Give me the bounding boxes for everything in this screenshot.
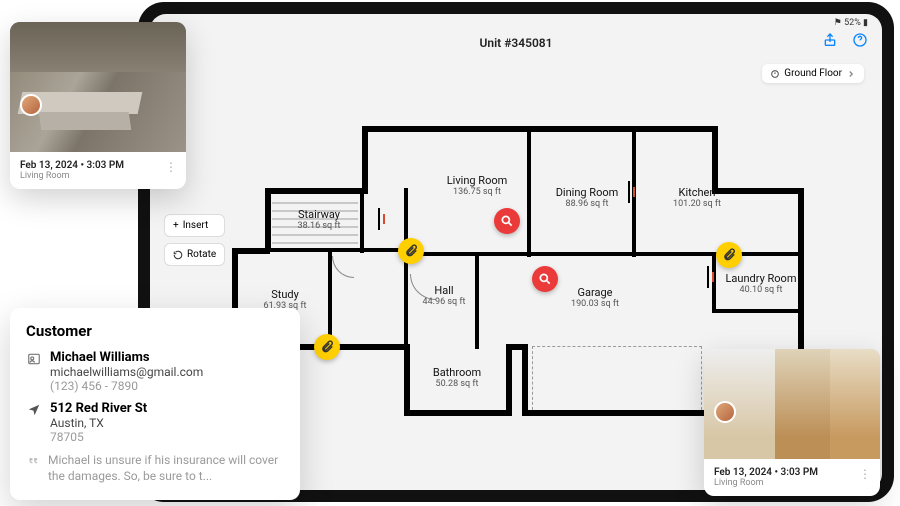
photo-card-360[interactable]: 360 Feb 13, 2024 • 3:03 PM Living Room ⋮ xyxy=(704,349,880,496)
room-garage: Garage190.03 sq ft xyxy=(550,286,640,309)
chevron-right-icon xyxy=(846,69,856,79)
top-bar: Unit #345081 xyxy=(150,30,882,56)
pin-attach-laundry[interactable] xyxy=(716,242,742,268)
help-icon[interactable] xyxy=(850,30,870,50)
door-marker xyxy=(628,181,638,203)
customer-name: Michael Williams xyxy=(50,350,203,365)
photo-date: Feb 13, 2024 • 3:03 PM xyxy=(714,467,870,478)
room-dining: Dining Room88.96 sq ft xyxy=(542,186,632,209)
pin-magnify-living[interactable] xyxy=(494,208,520,234)
customer-note: Michael is unsure if his insurance will … xyxy=(48,452,284,484)
floor-selector[interactable]: Ground Floor xyxy=(762,64,864,83)
insert-button[interactable]: +Insert xyxy=(164,214,225,237)
photo-location: Living Room xyxy=(714,478,870,488)
customer-card[interactable]: Customer Michael Williams michaelwilliam… xyxy=(10,308,300,500)
customer-addr2: Austin, TX xyxy=(50,416,147,430)
room-bath: Bathroom50.28 sq ft xyxy=(412,366,502,389)
status-bar: ⚑ 52% ▮ xyxy=(834,18,868,28)
pin-attach-hall[interactable] xyxy=(398,238,424,264)
room-living: Living Room136.75 sq ft xyxy=(432,174,522,197)
customer-phone: (123) 456 - 7890 xyxy=(50,379,203,393)
photo-date: Feb 13, 2024 • 3:03 PM xyxy=(20,160,176,171)
pin-magnify-garage[interactable] xyxy=(532,266,558,292)
door-marker xyxy=(707,266,717,288)
customer-addr1: 512 Red River St xyxy=(50,401,147,416)
avatar xyxy=(20,94,42,116)
customer-heading: Customer xyxy=(26,322,284,340)
more-icon[interactable]: ⋮ xyxy=(859,467,872,481)
rotate-button[interactable]: Rotate xyxy=(164,243,225,266)
door-marker xyxy=(378,208,388,230)
photo-location: Living Room xyxy=(20,171,176,181)
share-icon[interactable] xyxy=(820,30,840,50)
customer-email: michaelwilliams@gmail.com xyxy=(50,365,203,379)
location-icon xyxy=(26,403,42,417)
avatar xyxy=(714,401,736,423)
garage-door xyxy=(532,346,702,410)
floor-label: Ground Floor xyxy=(784,68,842,79)
room-laundry: Laundry Room40.10 sq ft xyxy=(716,272,806,295)
customer-zip: 78705 xyxy=(50,430,147,444)
photo-card-damage[interactable]: Feb 13, 2024 • 3:03 PM Living Room ⋮ xyxy=(10,22,186,189)
contact-icon xyxy=(26,352,42,366)
more-icon[interactable]: ⋮ xyxy=(165,160,178,174)
quote-icon xyxy=(26,454,40,468)
page-title: Unit #345081 xyxy=(479,36,552,50)
rotate-icon xyxy=(173,250,183,260)
pin-attach-study[interactable] xyxy=(314,334,340,360)
